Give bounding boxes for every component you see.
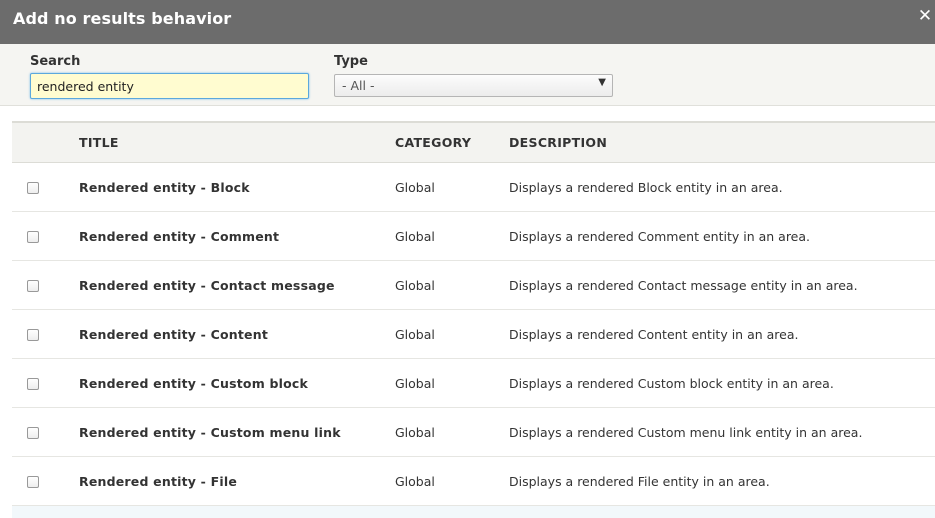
row-title: Rendered entity - Contact message	[79, 278, 335, 293]
table-row[interactable]: Rendered entity - Custom menu link Globa…	[12, 408, 935, 457]
type-select[interactable]: - All - ▼	[334, 74, 613, 97]
row-description: Displays a rendered Custom block entity …	[509, 376, 834, 391]
dialog-titlebar: Add no results behavior ✕	[0, 0, 935, 44]
row-title: Rendered entity - Comment	[79, 229, 280, 244]
row-checkbox[interactable]	[27, 476, 39, 488]
table-row[interactable]: Rendered entity - Block Global Displays …	[12, 163, 935, 212]
row-description: Displays a rendered File entity in an ar…	[509, 474, 770, 489]
row-category: Global	[395, 425, 435, 440]
table-row[interactable]: Rendered entity - Contact message Global…	[12, 261, 935, 310]
row-category: Global	[395, 278, 435, 293]
row-description: Displays a rendered Contact message enti…	[509, 278, 858, 293]
row-checkbox[interactable]	[27, 378, 39, 390]
row-checkbox[interactable]	[27, 329, 39, 341]
row-category: Global	[395, 376, 435, 391]
row-category: Global	[395, 180, 435, 195]
row-category: Global	[395, 474, 435, 489]
header-description: DESCRIPTION	[509, 135, 608, 150]
row-checkbox[interactable]	[27, 427, 39, 439]
row-description: Displays a rendered Comment entity in an…	[509, 229, 811, 244]
search-input[interactable]	[30, 73, 309, 99]
type-select-value: - All -	[342, 78, 375, 93]
table-row[interactable]: Rendered entity - File Global Displays a…	[12, 457, 935, 506]
row-description: Displays a rendered Custom menu link ent…	[509, 425, 863, 440]
row-category: Global	[395, 327, 435, 342]
type-label: Type	[334, 54, 368, 69]
table-header: TITLE CATEGORY DESCRIPTION	[12, 123, 935, 163]
row-checkbox[interactable]	[27, 182, 39, 194]
row-title: Rendered entity - File	[79, 474, 238, 489]
table-row[interactable]: Rendered entity - Comment Global Display…	[12, 212, 935, 261]
header-title: TITLE	[79, 135, 119, 150]
table-row[interactable]	[12, 506, 935, 518]
table-row[interactable]: Rendered entity - Content Global Display…	[12, 310, 935, 359]
dialog-title: Add no results behavior	[13, 9, 232, 28]
row-description: Displays a rendered Block entity in an a…	[509, 180, 783, 195]
table-row[interactable]: Rendered entity - Custom block Global Di…	[12, 359, 935, 408]
filter-bar: Search Type - All - ▼	[0, 44, 935, 106]
search-label: Search	[30, 54, 81, 69]
header-category: CATEGORY	[395, 135, 472, 150]
row-title: Rendered entity - Custom menu link	[79, 425, 341, 440]
row-checkbox[interactable]	[27, 231, 39, 243]
row-title: Rendered entity - Custom block	[79, 376, 309, 391]
results-table: TITLE CATEGORY DESCRIPTION Rendered enti…	[12, 121, 935, 518]
row-title: Rendered entity - Content	[79, 327, 269, 342]
row-description: Displays a rendered Content entity in an…	[509, 327, 799, 342]
row-category: Global	[395, 229, 435, 244]
row-title: Rendered entity - Block	[79, 180, 250, 195]
chevron-down-icon: ▼	[598, 77, 606, 88]
close-icon[interactable]: ✕	[917, 6, 933, 26]
row-checkbox[interactable]	[27, 280, 39, 292]
